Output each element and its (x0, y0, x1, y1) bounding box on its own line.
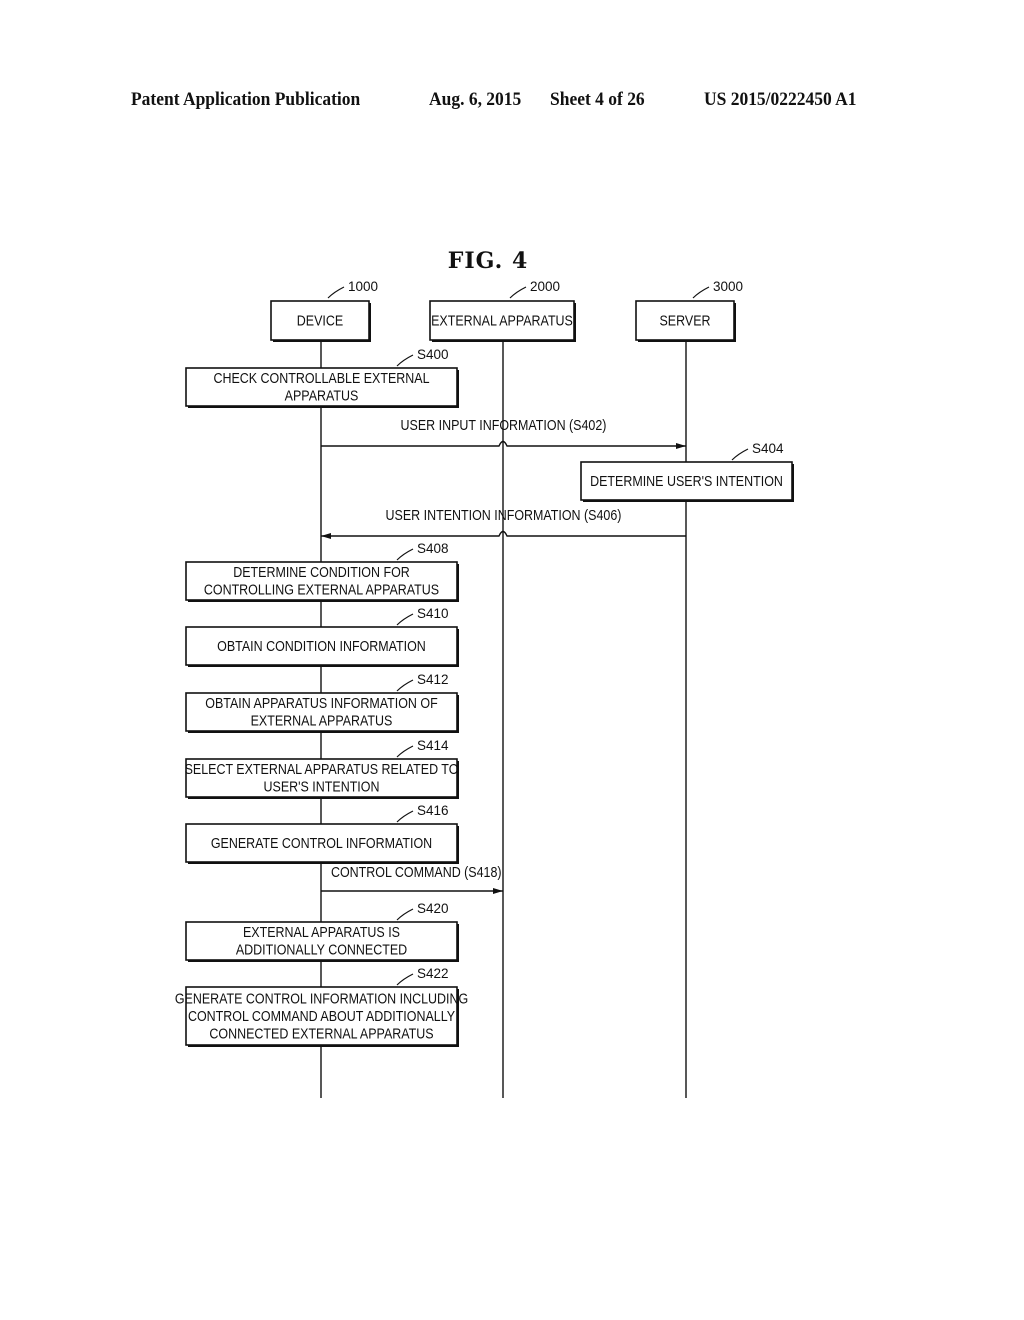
step-id-S416: S416 (417, 803, 449, 818)
step-id-S420: S420 (417, 901, 449, 916)
step-text-S414: USER'S INTENTION (264, 779, 380, 795)
step-text-S422: CONTROL COMMAND ABOUT ADDITIONALLY (188, 1008, 455, 1024)
step-leader-S422 (396, 973, 414, 986)
step-leader-S404 (731, 448, 749, 461)
step-id-S404: S404 (752, 441, 784, 456)
participant-label: SERVER (659, 313, 710, 329)
reference-numeral: 3000 (713, 279, 743, 294)
step-text-S412: EXTERNAL APPARATUS (251, 713, 393, 729)
step-text-S400: CHECK CONTROLLABLE EXTERNAL (213, 370, 430, 386)
step-leader-S412 (396, 679, 414, 692)
step-leader-S416 (396, 810, 414, 823)
step-id-S410: S410 (417, 606, 449, 621)
step-text-S420: EXTERNAL APPARATUS IS (243, 924, 400, 940)
reference-leader (692, 286, 710, 299)
step-id-S414: S414 (417, 738, 449, 753)
participant-label: DEVICE (297, 313, 343, 329)
step-text-S412: OBTAIN APPARATUS INFORMATION OF (205, 695, 437, 711)
step-text-S400: APPARATUS (285, 388, 359, 404)
step-text-S410: OBTAIN CONDITION INFORMATION (217, 638, 426, 654)
step-text-S408: CONTROLLING EXTERNAL APPARATUS (204, 582, 439, 598)
step-text-S422: GENERATE CONTROL INFORMATION INCLUDING (175, 991, 468, 1007)
step-leader-S408 (396, 548, 414, 561)
step-text-S408: DETERMINE CONDITION FOR (233, 564, 410, 580)
message-label-S402: USER INPUT INFORMATION (S402) (401, 417, 607, 433)
step-text-S414: SELECT EXTERNAL APPARATUS RELATED TO (185, 761, 459, 777)
step-text-S404: DETERMINE USER'S INTENTION (590, 473, 783, 489)
step-leader-S410 (396, 613, 414, 626)
reference-leader (327, 286, 345, 299)
reference-numeral: 2000 (530, 279, 560, 294)
step-text-S420: ADDITIONALLY CONNECTED (236, 942, 408, 958)
participant-label: EXTERNAL APPARATUS (431, 313, 573, 329)
reference-numeral: 1000 (348, 279, 378, 294)
sequence-diagram: USER INPUT INFORMATION (S402) USER INTENT… (175, 279, 794, 1098)
step-leader-S420 (396, 908, 414, 921)
step-text-S416: GENERATE CONTROL INFORMATION (211, 835, 432, 851)
step-id-S412: S412 (417, 672, 449, 687)
step-id-S422: S422 (417, 966, 449, 981)
step-id-S400: S400 (417, 347, 449, 362)
message-label-S418: CONTROL COMMAND (S418) (331, 864, 502, 880)
step-id-S408: S408 (417, 541, 449, 556)
step-leader-S400 (396, 354, 414, 367)
message-label-S406: USER INTENTION INFORMATION (S406) (386, 507, 622, 523)
step-leader-S414 (396, 745, 414, 758)
reference-leader (509, 286, 527, 299)
step-text-S422: CONNECTED EXTERNAL APPARATUS (209, 1026, 433, 1042)
